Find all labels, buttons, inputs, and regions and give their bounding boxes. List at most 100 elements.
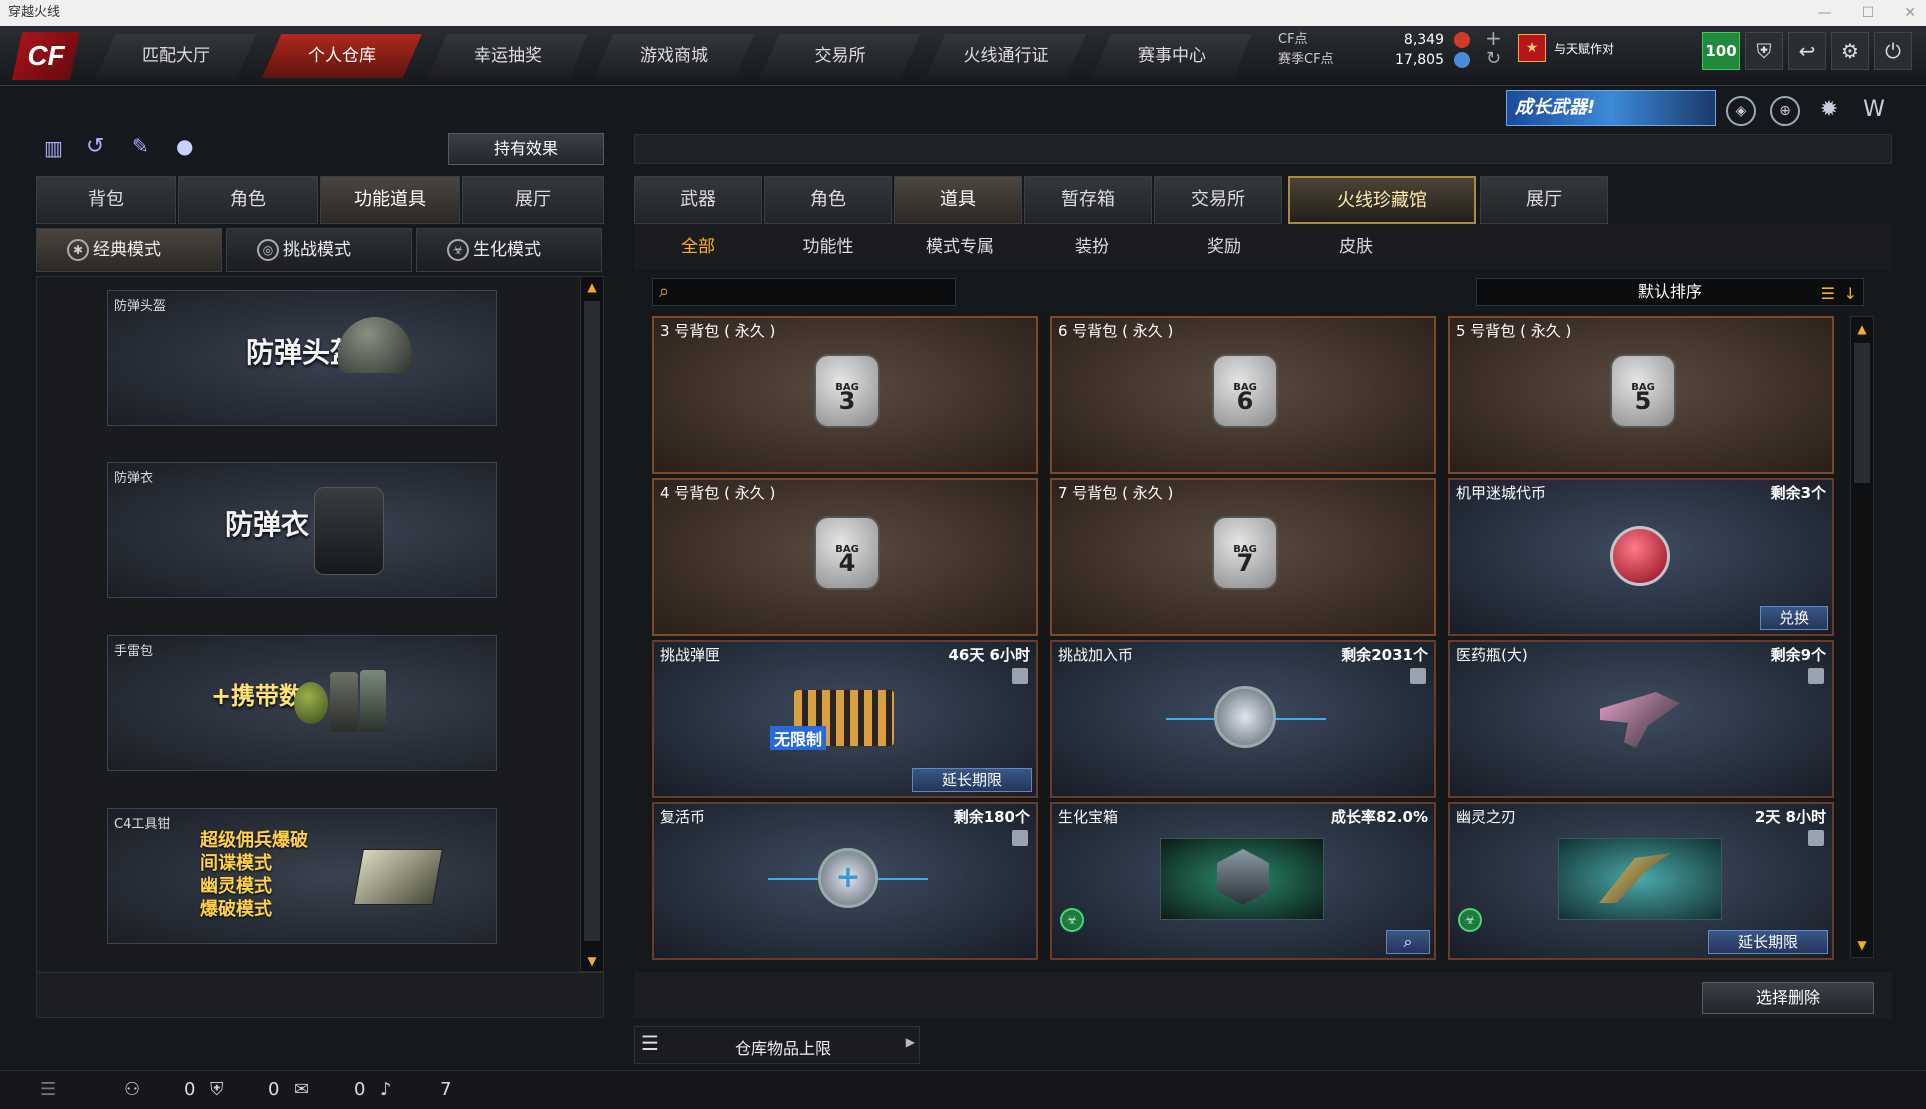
scroll-up-icon[interactable]: ▲ [1853,321,1871,337]
subtab-mode-specific[interactable]: 模式专属 [900,232,1020,262]
right-tab-collection[interactable]: 火线珍藏馆 [1288,176,1476,224]
nav-tab-store[interactable]: 游戏商城 [594,34,754,78]
item-bag-4[interactable]: 4 号背包 ( 永久 ) BAG 4 [652,478,1038,636]
right-tab-weapons[interactable]: 武器 [634,176,762,224]
scroll-down-icon[interactable]: ▼ [583,953,601,969]
lock-icon[interactable] [1808,830,1824,846]
scroll-thumb[interactable] [584,301,600,941]
friends-icon[interactable]: ⚇ [124,1079,140,1100]
minimize-icon[interactable]: — [1818,0,1832,26]
nav-tab-events[interactable]: 赛事中心 [1092,34,1252,78]
sort-dropdown[interactable]: 默认排序 ☰ ↓ [1476,278,1864,306]
subtab-cosmetic[interactable]: 装扮 [1032,232,1152,262]
scroll-up-icon[interactable]: ▲ [583,279,601,295]
right-scrollbar[interactable]: ▲ ▼ [1850,316,1874,958]
extend-button[interactable]: 延长期限 [912,768,1032,792]
item-revive-coin[interactable]: 复活币 剩余180个 + [652,802,1038,960]
item-name: 6 号背包 ( 永久 ) [1058,322,1174,340]
history-icon[interactable]: ↺ [86,134,112,160]
c4-mode-list: 超级佣兵爆破 间谍模式 幽灵模式 爆破模式 [200,829,308,921]
lock-icon[interactable] [1410,668,1426,684]
nav-tab-lottery[interactable]: 幸运抽奖 [428,34,588,78]
left-tab-showroom[interactable]: 展厅 [462,176,604,224]
lock-icon[interactable] [1808,668,1824,684]
nav-tab-pass[interactable]: 火线通行证 [926,34,1086,78]
scroll-thumb[interactable] [1854,343,1870,483]
shield-status-icon[interactable]: ⛨ [210,1079,224,1100]
item-card-grenade-pack[interactable]: 手雷包 +携带数 [107,635,497,771]
capacity-bar[interactable]: ☰ 仓库物品上限 ▶ [634,1026,920,1064]
scroll-down-icon[interactable]: ▼ [1853,937,1871,953]
left-scrollbar[interactable]: ▲ ▼ [580,276,604,972]
right-tab-props[interactable]: 道具 [894,176,1022,224]
sun-icon[interactable]: ✹ [1814,96,1844,126]
item-bag-7[interactable]: 7 号背包 ( 永久 ) BAG 7 [1050,478,1436,636]
menu-icon[interactable]: ☰ [40,1079,56,1100]
wings-icon[interactable]: W [1856,96,1892,126]
item-card-c4-tool[interactable]: C4工具钳 超级佣兵爆破 间谍模式 幽灵模式 爆破模式 [107,808,497,944]
select-delete-button[interactable]: 选择删除 [1702,982,1874,1014]
item-medkit-large[interactable]: 医药瓶(大) 剩余9个 [1448,640,1834,798]
return-icon[interactable]: ↩ [1788,32,1826,70]
spray-icon[interactable]: ✎ [132,134,158,160]
crest-icon[interactable]: ◈ [1726,96,1756,126]
nav-tab-lobby[interactable]: 匹配大厅 [96,34,256,78]
exchange-button[interactable]: 兑换 [1760,606,1828,630]
cf-logo[interactable]: CF [12,32,80,80]
item-challenge-coin[interactable]: 挑战加入币 剩余2031个 [1050,640,1436,798]
mode-tab-challenge[interactable]: ◎ 挑战模式 [226,228,412,272]
right-tab-character[interactable]: 角色 [764,176,892,224]
currency-values: 8,349 17,805 [1380,30,1444,70]
expand-arrow-icon[interactable]: ▶ [906,1035,915,1049]
maximize-icon[interactable]: ☐ [1862,0,1875,26]
right-tab-storage[interactable]: 暂存箱 [1024,176,1152,224]
add-icon[interactable]: + [1485,26,1502,50]
c4-mode-line: 间谍模式 [200,853,272,874]
mode-tab-classic[interactable]: ✱ 经典模式 [36,228,222,272]
list-icon[interactable]: ☰ [1821,281,1835,307]
subtab-rewards[interactable]: 奖励 [1164,232,1284,262]
level-badge[interactable]: 100 [1702,32,1740,70]
item-card-vest[interactable]: 防弹衣 防弹衣 [107,462,497,598]
lock-icon[interactable] [1012,830,1028,846]
chat-icon[interactable]: ✉ [294,1079,309,1100]
rank-emblem-icon[interactable]: ★ [1518,34,1546,62]
item-bag-5[interactable]: 5 号背包 ( 永久 ) BAG 5 [1448,316,1834,474]
item-bag-6[interactable]: 6 号背包 ( 永久 ) BAG 6 [1050,316,1436,474]
subtab-functional[interactable]: 功能性 [768,232,888,262]
search-input[interactable]: ⌕ [652,278,956,306]
item-zombie-chest[interactable]: 生化宝箱 成长率82.0% ☣ ⌕ [1050,802,1436,960]
growth-weapon-banner[interactable]: 成长武器! [1506,90,1716,126]
volume-icon[interactable]: ♪ [380,1079,392,1100]
item-bag-3[interactable]: 3 号背包 ( 永久 ) BAG 3 [652,316,1038,474]
shield-icon[interactable]: ⛨ [1745,32,1783,70]
subtab-all[interactable]: 全部 [638,232,758,262]
left-tab-character[interactable]: 角色 [178,176,318,224]
left-tab-function-items[interactable]: 功能道具 [320,176,460,224]
globe-icon[interactable]: ⊕ [1770,96,1800,126]
close-icon[interactable]: ✕ [1904,0,1916,26]
right-tab-showroom[interactable]: 展厅 [1480,176,1608,224]
trophy-icon[interactable]: ▥ [44,136,70,162]
item-card-helmet[interactable]: 防弹头盔 防弹头盔 [107,290,497,426]
mode-tab-zombie[interactable]: ☣ 生化模式 [416,228,602,272]
nav-tab-warehouse[interactable]: 个人仓库 [262,34,422,78]
gear-icon[interactable]: ⚙ [1831,32,1869,70]
grenade-icon[interactable]: ● [176,134,202,160]
subtab-skins[interactable]: 皮肤 [1296,232,1416,262]
item-mecha-token[interactable]: 机甲迷城代币 剩余3个 兑换 [1448,478,1834,636]
item-challenge-magazine[interactable]: 挑战弹匣 46天 6小时 无限制 延长期限 [652,640,1038,798]
scythe-icon [1599,853,1671,903]
item-ghost-blade[interactable]: 幽灵之刃 2天 8小时 ☣ 延长期限 [1448,802,1834,960]
inspect-button[interactable]: ⌕ [1386,930,1430,954]
power-icon[interactable]: ⏻ [1874,32,1912,70]
extend-button[interactable]: 延长期限 [1708,930,1828,954]
nav-tab-exchange[interactable]: 交易所 [760,34,920,78]
lock-icon[interactable] [1012,668,1028,684]
sort-arrow-icon[interactable]: ↓ [1844,281,1857,307]
right-tab-exchange[interactable]: 交易所 [1154,176,1282,224]
effects-button[interactable]: 持有效果 [448,133,604,165]
item-name: 复活币 [660,808,706,826]
refresh-icon[interactable]: ↻ [1486,48,1501,69]
left-tab-backpack[interactable]: 背包 [36,176,176,224]
